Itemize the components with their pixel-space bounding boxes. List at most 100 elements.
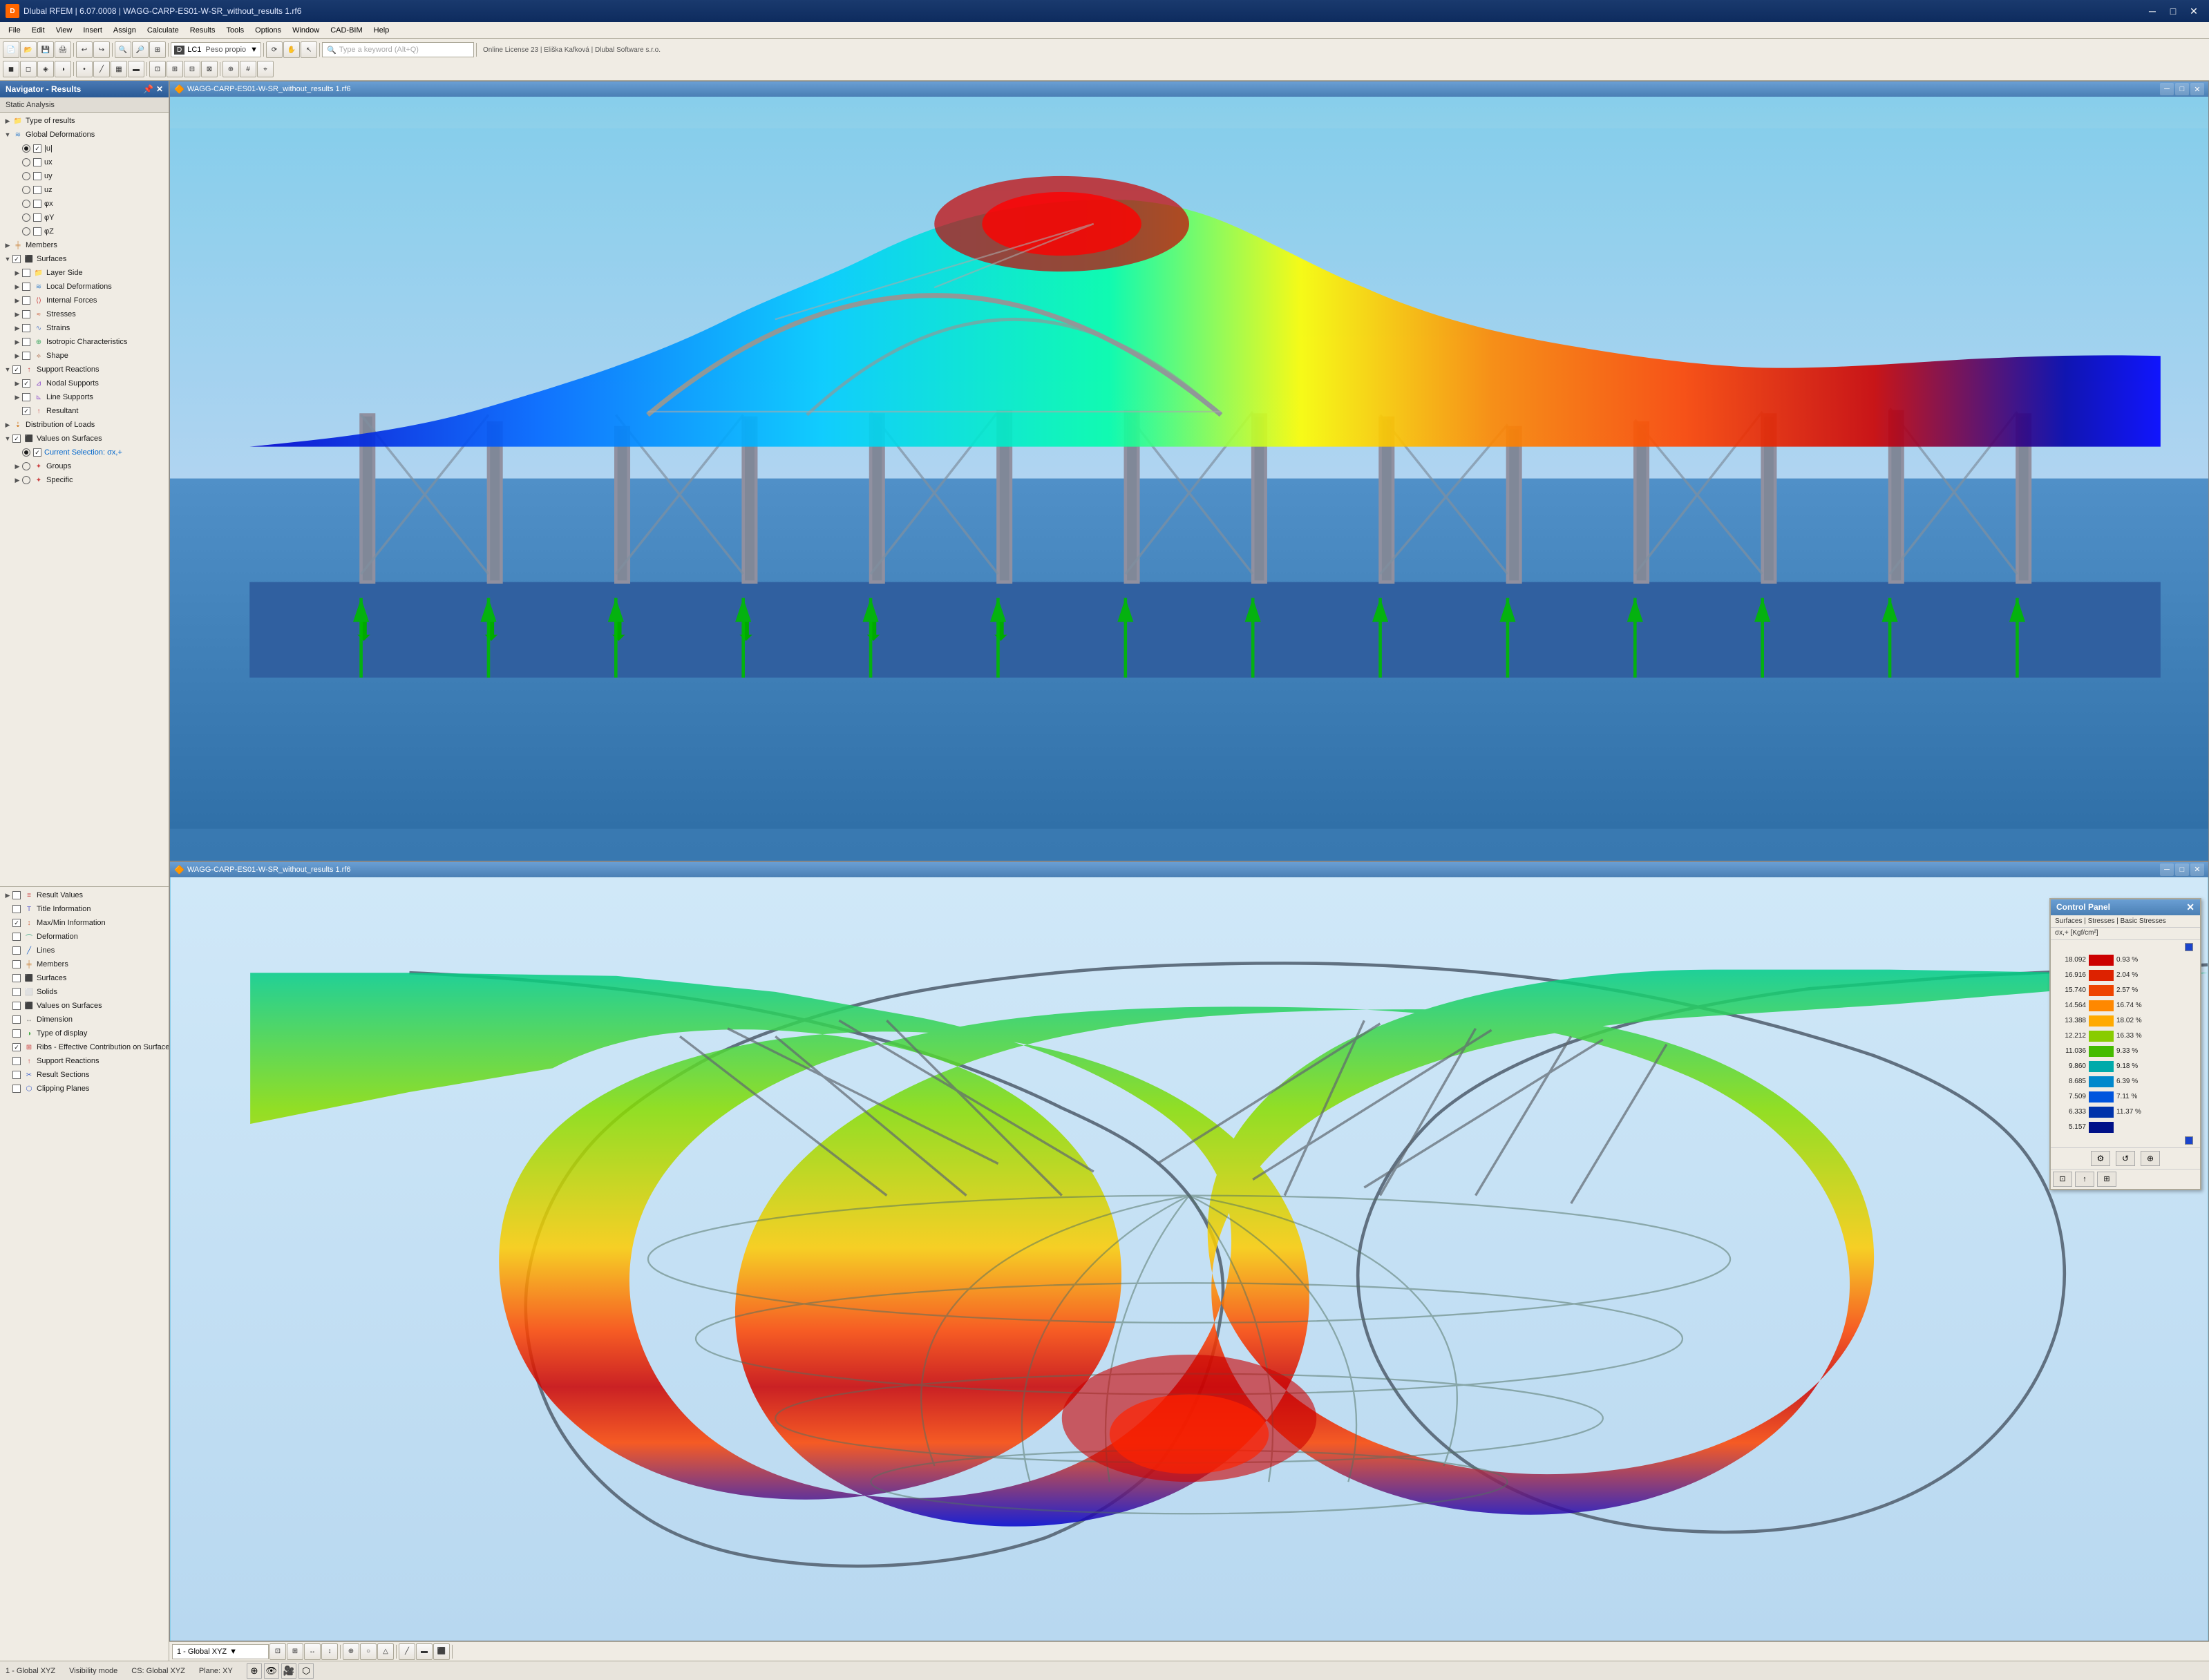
tree-values-surfaces-display[interactable]: ⬛ Values on Surfaces — [0, 999, 169, 1013]
tree-groups[interactable]: ▶ ✦ Groups — [0, 459, 169, 473]
tree-lines[interactable]: ╱ Lines — [0, 944, 169, 957]
close-button[interactable]: ✕ — [2184, 3, 2203, 19]
tb-select[interactable]: ↖ — [301, 41, 317, 58]
checkbox-type-display[interactable] — [12, 1029, 21, 1038]
radio-ux[interactable] — [22, 158, 30, 166]
toolbar-load-case-dropdown[interactable]: D LC1 Peso propio ▼ — [171, 42, 261, 57]
checkbox-title-info[interactable] — [12, 905, 21, 913]
checkbox-phiy[interactable] — [33, 213, 41, 222]
cp-export-btn[interactable]: ⊕ — [2141, 1151, 2160, 1166]
minimize-button[interactable]: ─ — [2143, 3, 2162, 19]
cp-btn-1[interactable]: ⊡ — [2053, 1172, 2072, 1187]
tree-clipping-planes[interactable]: ⬡ Clipping Planes — [0, 1082, 169, 1096]
tree-type-of-results[interactable]: ▶ 📁 Type of results — [0, 114, 169, 128]
tb-axis[interactable]: ⌖ — [257, 61, 274, 77]
tb-rotate[interactable]: ⟳ — [266, 41, 283, 58]
checkbox-shape[interactable] — [22, 352, 30, 360]
tb-view-side[interactable]: ⊞ — [167, 61, 183, 77]
tb-solid[interactable]: ◈ — [37, 61, 54, 77]
tb-zoom-out[interactable]: 🔎 — [132, 41, 149, 58]
tree-deform-ux[interactable]: ux — [0, 155, 169, 169]
viewport-bottom-minimize[interactable]: ─ — [2160, 863, 2174, 876]
menu-cad-bim[interactable]: CAD-BIM — [325, 25, 368, 36]
viewport-top-close[interactable]: ✕ — [2190, 83, 2204, 95]
tb-surface[interactable]: ▦ — [111, 61, 127, 77]
checkbox-support-reactions-display[interactable] — [12, 1057, 21, 1065]
navigator-pin-btn[interactable]: 📌 — [143, 84, 153, 94]
tree-stresses[interactable]: ▶ ≈ Stresses — [0, 307, 169, 321]
checkbox-result-sections[interactable] — [12, 1071, 21, 1079]
search-box[interactable]: 🔍 Type a keyword (Alt+Q) — [322, 42, 474, 57]
viewport-bottom-maximize[interactable]: □ — [2175, 863, 2189, 876]
menu-options[interactable]: Options — [249, 25, 287, 36]
tree-surfaces[interactable]: ▼ ⬛ Surfaces — [0, 252, 169, 266]
viewport-bottom-close[interactable]: ✕ — [2190, 863, 2204, 876]
tb-redo[interactable]: ↪ — [93, 41, 110, 58]
tree-deform-phix[interactable]: φx — [0, 197, 169, 211]
status-icon-1[interactable]: ⊕ — [247, 1663, 262, 1679]
menu-edit[interactable]: Edit — [26, 25, 50, 36]
checkbox-phix[interactable] — [33, 200, 41, 208]
maximize-button[interactable]: □ — [2163, 3, 2183, 19]
checkbox-deformation[interactable] — [12, 933, 21, 941]
tb-new[interactable]: 📄 — [3, 41, 19, 58]
checkbox-ribs[interactable] — [12, 1043, 21, 1051]
viewport-top-minimize[interactable]: ─ — [2160, 83, 2174, 95]
checkbox-line-supports[interactable] — [22, 393, 30, 401]
checkbox-uz[interactable] — [33, 186, 41, 194]
tb-print[interactable]: 🖨 — [55, 41, 71, 58]
tree-dimension[interactable]: ↔ Dimension — [0, 1013, 169, 1027]
tree-internal-forces[interactable]: ▶ ⟨⟩ Internal Forces — [0, 294, 169, 307]
tb-save[interactable]: 💾 — [37, 41, 54, 58]
cp-btn-3[interactable]: ⊞ — [2097, 1172, 2116, 1187]
checkbox-phiz[interactable] — [33, 227, 41, 236]
menu-view[interactable]: View — [50, 25, 78, 36]
checkbox-surfaces[interactable] — [12, 255, 21, 263]
checkbox-ux[interactable] — [33, 158, 41, 166]
radio-phiz[interactable] — [22, 227, 30, 236]
checkbox-surfaces-display[interactable] — [12, 974, 21, 982]
menu-insert[interactable]: Insert — [77, 25, 108, 36]
radio-uz[interactable] — [22, 186, 30, 194]
tree-line-supports[interactable]: ▶ ⊾ Line Supports — [0, 390, 169, 404]
tree-type-display[interactable]: ◑ Type of display — [0, 1027, 169, 1040]
checkbox-uy[interactable] — [33, 172, 41, 180]
tb-view-front[interactable]: ⊡ — [149, 61, 166, 77]
checkbox-isotropic[interactable] — [22, 338, 30, 346]
tree-result-values[interactable]: ▶ ≡ Result Values — [0, 888, 169, 902]
tree-title-information[interactable]: T Title Information — [0, 902, 169, 916]
tree-result-sections[interactable]: ✂ Result Sections — [0, 1068, 169, 1082]
checkbox-support-reactions[interactable] — [12, 365, 21, 374]
tree-support-reactions-display[interactable]: ↑ Support Reactions — [0, 1054, 169, 1068]
menu-calculate[interactable]: Calculate — [142, 25, 184, 36]
control-panel-close-btn[interactable]: ✕ — [2186, 901, 2194, 913]
viewport-top-maximize[interactable]: □ — [2175, 83, 2189, 95]
checkbox-members-display[interactable] — [12, 960, 21, 968]
cp-refresh-btn[interactable]: ↺ — [2116, 1151, 2135, 1166]
checkbox-current-selection[interactable] — [33, 448, 41, 457]
checkbox-strains[interactable] — [22, 324, 30, 332]
checkbox-local-deformations[interactable] — [22, 283, 30, 291]
tb-undo[interactable]: ↩ — [76, 41, 93, 58]
tree-solids[interactable]: ⬜ Solids — [0, 985, 169, 999]
menu-help[interactable]: Help — [368, 25, 395, 36]
checkbox-resultant[interactable] — [22, 407, 30, 415]
tree-deform-uz[interactable]: uz — [0, 183, 169, 197]
status-icon-3[interactable]: 🎥 — [281, 1663, 296, 1679]
checkbox-result-values[interactable] — [12, 891, 21, 899]
checkbox-maxmin[interactable] — [12, 919, 21, 927]
tree-global-deformations[interactable]: ▼ ≋ Global Deformations — [0, 128, 169, 142]
checkbox-lines[interactable] — [12, 946, 21, 955]
checkbox-solids[interactable] — [12, 988, 21, 996]
tree-deform-phiy[interactable]: φY — [0, 211, 169, 225]
tb-wireframe[interactable]: ◻ — [20, 61, 37, 77]
tree-support-reactions[interactable]: ▼ ↑ Support Reactions — [0, 363, 169, 376]
tree-local-deformations[interactable]: ▶ ≋ Local Deformations — [0, 280, 169, 294]
status-icon-2[interactable]: 👁 — [264, 1663, 279, 1679]
tree-isotropic[interactable]: ▶ ⊕ Isotropic Characteristics — [0, 335, 169, 349]
radio-u-abs[interactable] — [22, 144, 30, 153]
checkbox-values-surfaces-display[interactable] — [12, 1002, 21, 1010]
menu-assign[interactable]: Assign — [108, 25, 142, 36]
tree-surfaces-display[interactable]: ⬛ Surfaces — [0, 971, 169, 985]
tb-view-top[interactable]: ⊟ — [184, 61, 200, 77]
